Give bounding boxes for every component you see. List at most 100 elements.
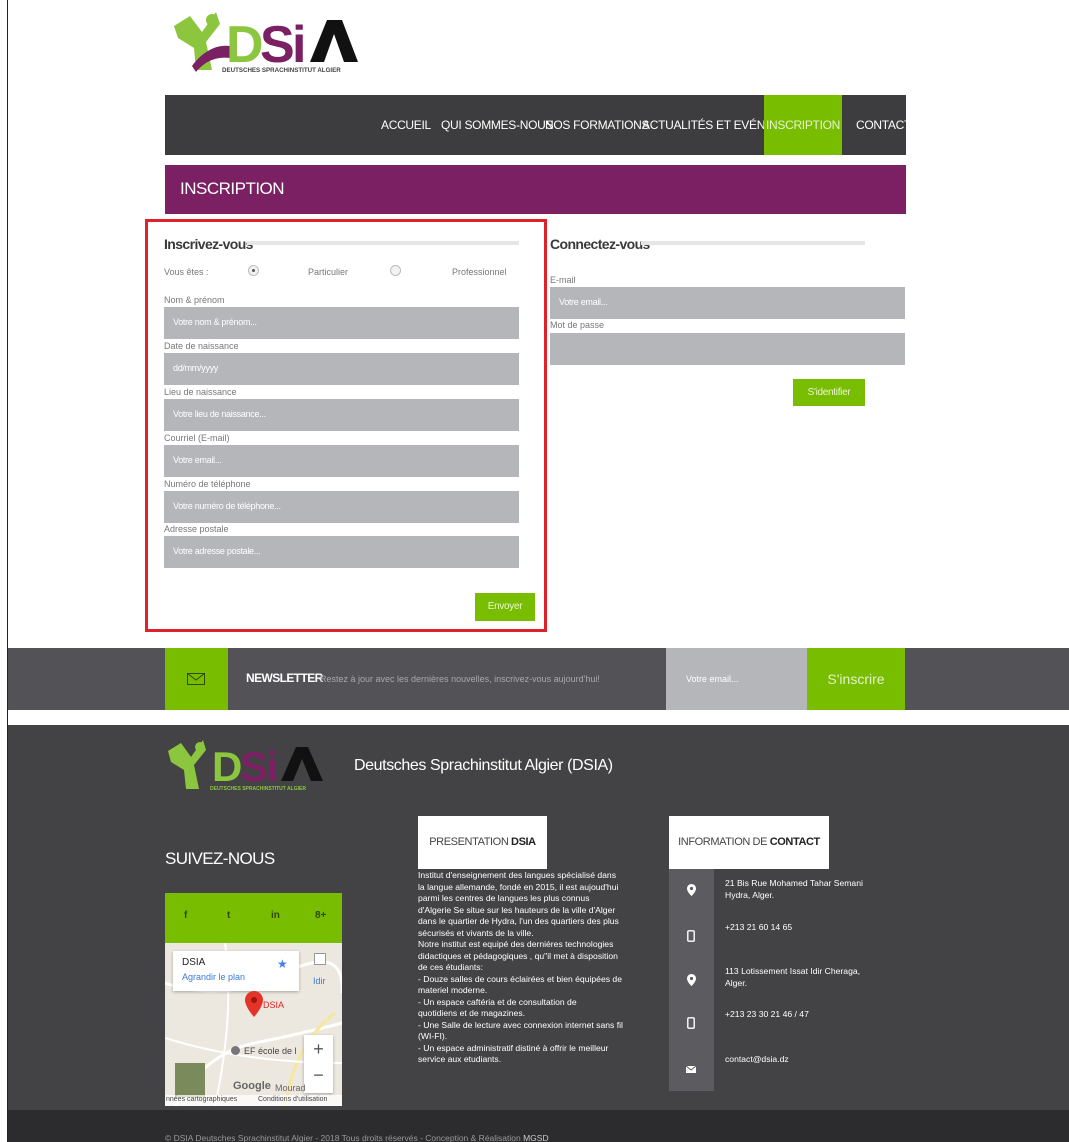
login-email-label: E-mail — [550, 275, 576, 285]
map-poi-icon — [231, 1046, 240, 1055]
svg-text:i: i — [267, 743, 279, 790]
address-1-line-2: Hydra, Alger. — [725, 889, 775, 900]
dsia-logo[interactable]: D S i DEUTSCHES SPRACHINSTITUT ALGIER — [172, 8, 362, 76]
facebook-icon[interactable]: f — [184, 910, 187, 921]
login-password-label: Mot de passe — [550, 320, 605, 330]
email-input[interactable]: Votre email... — [164, 445, 519, 477]
map-pin-icon — [683, 884, 699, 899]
presentation-line: quotidiens et de magazines. — [418, 1008, 526, 1018]
adresse-label: Adresse postale — [164, 524, 229, 534]
presentation-line: parmi les centres de langues les plus co… — [418, 893, 590, 903]
address-2-line-2: Alger. — [725, 977, 747, 988]
svg-text:i: i — [292, 16, 306, 74]
presentation-line: dans le quartier de Hydra, l'un des quar… — [418, 916, 619, 926]
register-title-rule — [247, 241, 519, 245]
email-label: Courriel (E-mail) — [164, 433, 230, 443]
login-email-input[interactable]: Votre email... — [550, 287, 905, 319]
naissance-date-input[interactable]: dd/mm/yyyy — [164, 353, 519, 385]
presentation-line: Institut d'enseignement des langues spéc… — [418, 870, 616, 880]
nav-inscription[interactable]: INSCRIPTION — [764, 95, 842, 155]
newsletter-title: NEWSLETTER — [246, 671, 323, 685]
address-1: 21 Bis Rue Mohamed Tahar Semani Hydra, A… — [725, 878, 863, 901]
radio-particulier[interactable] — [248, 265, 259, 276]
copyright: © DSIA Deutsches Sprachinstitut Algier -… — [165, 1133, 549, 1142]
zoom-out-button[interactable]: − — [304, 1065, 333, 1086]
login-title: Connectez-vous — [550, 236, 650, 252]
copyright-credit-link[interactable]: MGSD — [523, 1133, 549, 1142]
zoom-in-button[interactable]: + — [304, 1039, 333, 1060]
google-map-marker-icon[interactable] — [245, 991, 263, 1017]
presentation-line: didactiques et pédagogiques , qu"il met … — [418, 950, 618, 961]
envoyer-button[interactable]: Envoyer — [475, 593, 535, 621]
svg-text:S: S — [260, 16, 295, 74]
map-fullscreen-checkbox[interactable] — [314, 953, 326, 965]
follow-title: SUIVEZ-NOUS — [165, 849, 275, 868]
page-title: INSCRIPTION — [180, 179, 285, 198]
telephone-input[interactable]: Votre numéro de téléphone... — [164, 491, 519, 523]
newsletter-icon-box — [165, 648, 228, 710]
map-zoom-control: + − — [304, 1035, 333, 1093]
presentation-line: de ces étudiants: — [418, 962, 483, 972]
radio-professionnel[interactable] — [390, 265, 401, 276]
mobile-icon — [683, 930, 699, 945]
map-place-name: DSIA — [182, 957, 206, 968]
presentation-line: - Un espace caftéria et de consultation … — [418, 996, 577, 1007]
social-bar: f t in 8+ — [165, 893, 342, 943]
map-terms-link[interactable]: Conditions d'utilisation — [258, 1096, 327, 1103]
map-data-credit[interactable]: nnées cartographiques — [166, 1096, 237, 1103]
address-1-line-1: 21 Bis Rue Mohamed Tahar Semani — [725, 878, 863, 888]
newsletter-email-input[interactable]: Votre email... — [666, 648, 807, 710]
star-icon[interactable]: ★ — [277, 957, 288, 971]
presentation-line: - Douze salles de cours éclairées et bie… — [418, 973, 622, 984]
phone-2[interactable]: +213 23 30 21 46 / 47 — [725, 1009, 809, 1021]
map-metro-label: Idir — [313, 976, 326, 986]
address-2: 113 Lotissement Issat Idir Cheraga, Alge… — [725, 966, 860, 989]
identifier-button[interactable]: S'identifier — [793, 379, 865, 406]
presentation-text: Institut d'enseignement des langues spéc… — [418, 870, 662, 1066]
nom-label: Nom & prénom — [164, 295, 225, 305]
google-plus-icon[interactable]: 8+ — [315, 910, 326, 921]
naissance-lieu-input[interactable]: Votre lieu de naissance... — [164, 399, 519, 431]
envelope-icon — [683, 1064, 699, 1076]
mobile-icon — [683, 1017, 699, 1032]
footer-logo-tagline: DEUTSCHES SPRACHINSTITUT ALGIER — [210, 786, 306, 792]
login-password-input[interactable] — [550, 333, 905, 365]
map-marker-label: DSIA — [263, 1000, 285, 1010]
presentation-line: sécurisés et vivants de la ville. — [418, 927, 534, 938]
contact-email[interactable]: contact@dsia.dz — [725, 1054, 789, 1066]
phone-1[interactable]: +213 21 60 14 65 — [725, 922, 792, 934]
telephone-label: Numéro de téléphone — [164, 479, 251, 489]
footer-dsia-logo[interactable]: D S i DEUTSCHES SPRACHINSTITUT ALGIER — [166, 737, 326, 793]
newsletter-bar: NEWSLETTER Restez à jour avec les derniè… — [8, 648, 1069, 710]
presentation-line: - Un espace administratif distiné à offr… — [418, 1042, 609, 1053]
nom-input[interactable]: Votre nom & prénom... — [164, 307, 519, 339]
nav-accueil[interactable]: ACCUEIL — [381, 95, 431, 155]
radio-professionnel-label: Professionnel — [452, 267, 507, 277]
address-2-line-1: 113 Lotissement Issat Idir Cheraga, — [725, 966, 861, 976]
google-map[interactable]: DSIA Agrandir le plan ★ Idir DSIA EF éco… — [165, 943, 342, 1106]
presentation-head-text: PRESENTATION — [429, 836, 512, 848]
google-logo: Google — [233, 1080, 271, 1092]
envelope-icon — [187, 673, 205, 685]
map-info-card: DSIA Agrandir le plan ★ — [173, 951, 299, 991]
linkedin-icon[interactable]: in — [271, 910, 280, 921]
nav-qui-sommes-nous[interactable]: QUI SOMMES-NOUS — [441, 95, 553, 155]
presentation-line: (WI-FI). — [418, 1031, 448, 1041]
nav-contact[interactable]: CONTACT — [856, 95, 911, 155]
map-attribution-bar: nnées cartographiques Conditions d'utili… — [165, 1095, 342, 1106]
contact-head-bold: CONTACT — [769, 836, 821, 848]
nav-nos-formations[interactable]: NOS FORMATIONS — [545, 95, 650, 155]
presentation-line: service aux etudiants. — [418, 1054, 502, 1064]
adresse-input[interactable]: Votre adresse postale... — [164, 536, 519, 568]
newsletter-subscribe-button[interactable]: S'inscrire — [807, 648, 905, 710]
naissance-lieu-label: Lieu de naissance — [164, 387, 237, 397]
map-pin-icon — [683, 974, 699, 989]
twitter-icon[interactable]: t — [227, 910, 230, 921]
presentation-line: materiel moderne. — [418, 985, 488, 995]
map-enlarge-link[interactable]: Agrandir le plan — [182, 972, 245, 982]
svg-text:S: S — [240, 743, 268, 790]
copyright-text: © DSIA Deutsches Sprachinstitut Algier -… — [165, 1133, 524, 1142]
presentation-head-bold: DSIA — [511, 836, 536, 848]
page-title-banner: INSCRIPTION — [165, 165, 906, 214]
contact-header: INFORMATION DE CONTACT — [669, 816, 829, 869]
